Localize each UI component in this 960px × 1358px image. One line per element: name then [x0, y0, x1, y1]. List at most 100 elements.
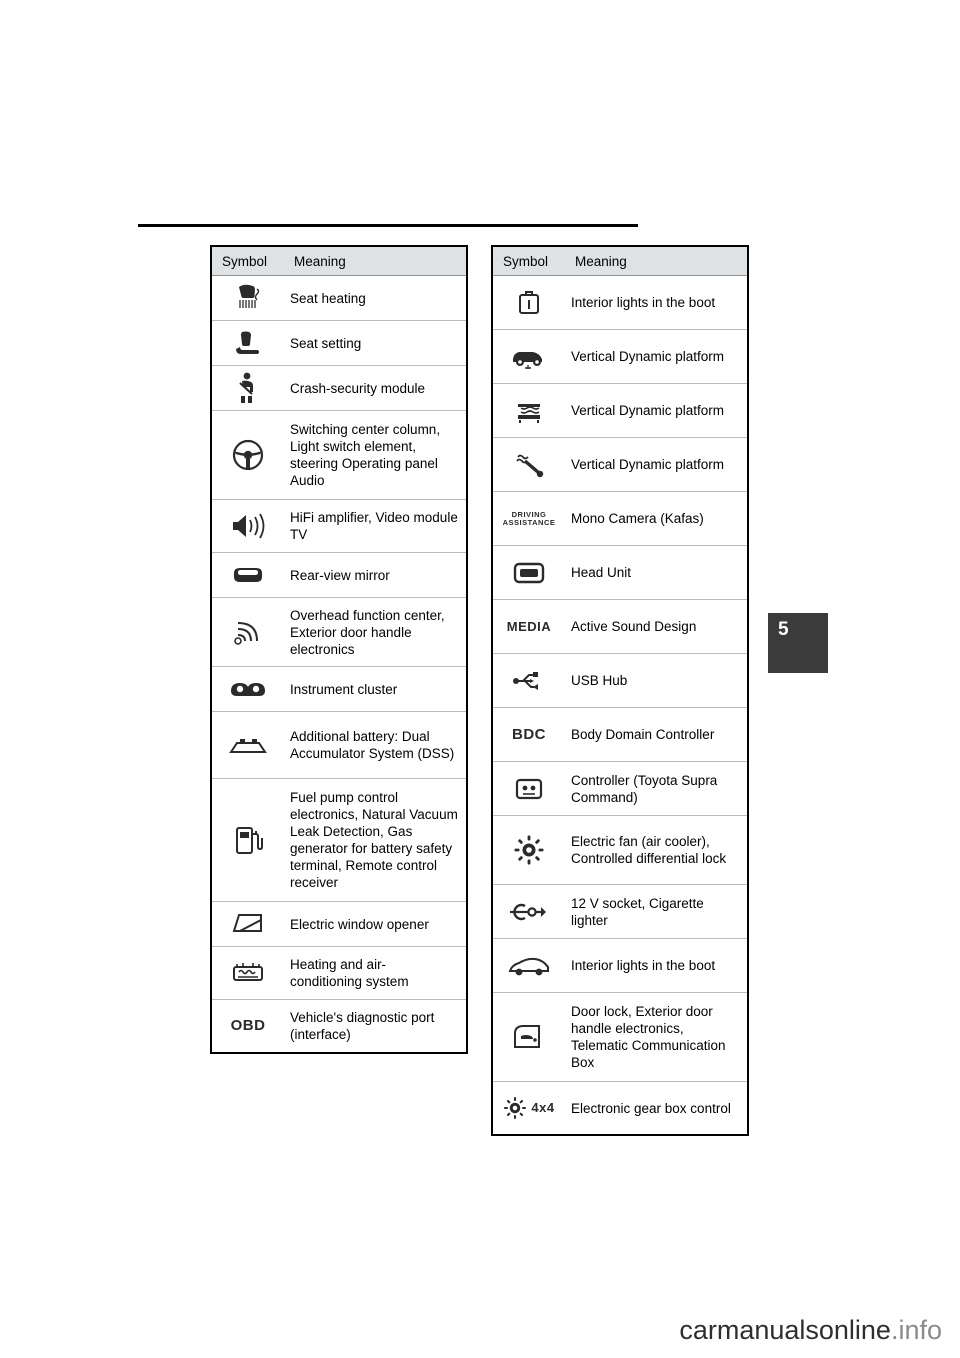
row-meaning: Interior lights in the boot: [571, 295, 716, 310]
row-meaning: Vehicle's diagnostic port (interface): [290, 1010, 435, 1042]
table-row: HiFi amplifier, Video module TV: [212, 500, 466, 553]
row-meaning: 12 V socket, Cigarette lighter: [571, 895, 704, 928]
column-header-meaning: Meaning: [294, 253, 346, 269]
header-rule: [138, 224, 638, 227]
table-row: Switching center column, Light switch el…: [212, 411, 466, 500]
table-row: Electric window opener: [212, 902, 466, 947]
table-row: DRIVING ASSISTANCE Mono Camera (Kafas): [493, 492, 747, 546]
table-row: Interior lights in the boot: [493, 939, 747, 993]
symbol-table-left: Symbol Meaning Seat heating Seat setting: [210, 245, 468, 1054]
head-unit-icon: [493, 546, 565, 599]
table-row: Vertical Dynamic platform: [493, 384, 747, 438]
table-row: 12 V socket, Cigarette lighter: [493, 885, 747, 939]
electric-window-opener-icon: [212, 902, 284, 946]
row-meaning: Heating and air-conditioning system: [290, 957, 409, 989]
row-meaning: Active Sound Design: [571, 619, 697, 634]
row-meaning: USB Hub: [571, 673, 628, 688]
row-meaning: Mono Camera (Kafas): [571, 511, 704, 526]
heating-air-conditioning-icon: [212, 947, 284, 999]
table-row: Interior lights in the boot: [493, 276, 747, 330]
crash-security-module-icon: [212, 366, 284, 410]
row-meaning: Interior lights in the boot: [571, 958, 716, 973]
row-meaning: Vertical Dynamic platform: [571, 457, 725, 472]
table-row: Overhead function center, Exterior door …: [212, 598, 466, 667]
table-row: Door lock, Exterior door handle electron…: [493, 993, 747, 1082]
table-row: Crash-security module: [212, 366, 466, 411]
table-header-row: Symbol Meaning: [493, 247, 747, 276]
row-meaning: Controller (Toyota Supra Command): [571, 772, 718, 805]
table-row: Electric fan (air cooler), Controlled di…: [493, 816, 747, 885]
gear-box-4x4-icon: 4x4: [493, 1082, 565, 1134]
column-header-symbol: Symbol: [503, 253, 549, 269]
row-meaning: Rear-view mirror: [290, 567, 390, 583]
table-row: Seat setting: [212, 321, 466, 366]
row-meaning: Electric fan (air cooler), Controlled di…: [571, 834, 727, 866]
table-row: Additional battery: Dual Accumulator Sys…: [212, 712, 466, 779]
bdc-icon-label: BDC: [512, 725, 546, 743]
controller-icon: [493, 762, 565, 815]
table-row: Fuel pump control electronics, Natural V…: [212, 779, 466, 902]
antenna-signal-icon: [212, 598, 284, 666]
row-meaning: Body Domain Controller: [571, 727, 715, 742]
row-meaning: Switching center column, Light switch el…: [290, 422, 441, 488]
watermark-main: carmanualsonline: [679, 1315, 891, 1345]
fuel-pump-icon: [212, 779, 284, 901]
row-meaning: Crash-security module: [290, 380, 426, 396]
column-header-symbol: Symbol: [222, 253, 268, 269]
seat-setting-icon: [212, 321, 284, 365]
vertical-dynamic-platform-car-icon: [493, 330, 565, 383]
steering-wheel-icon: [212, 411, 284, 499]
row-meaning: Electronic gear box control: [571, 1100, 731, 1116]
row-meaning: Seat heating: [290, 290, 366, 306]
additional-battery-icon: [212, 712, 284, 778]
electric-fan-icon: [493, 816, 565, 884]
instrument-cluster-icon: [212, 667, 284, 711]
row-meaning: Vertical Dynamic platform: [571, 349, 725, 364]
table-row: USB Hub: [493, 654, 747, 708]
usb-hub-icon: [493, 654, 565, 707]
row-meaning: Vertical Dynamic platform: [571, 403, 725, 418]
vertical-dynamic-platform-suspension-icon: [493, 384, 565, 437]
table-row: Vertical Dynamic platform: [493, 438, 747, 492]
driving-assistance-icon: DRIVING ASSISTANCE: [493, 492, 565, 545]
gear-box-4x4-label: 4x4: [531, 1100, 555, 1116]
table-row: Head Unit: [493, 546, 747, 600]
row-meaning: Head Unit: [571, 565, 632, 580]
table-row: Instrument cluster: [212, 667, 466, 712]
driving-assistance-icon-label: DRIVING ASSISTANCE: [502, 509, 556, 527]
interior-lights-boot-car-icon: [493, 939, 565, 992]
rear-view-mirror-icon: [212, 553, 284, 597]
media-icon-label: MEDIA: [506, 618, 552, 634]
page-number: 5: [778, 619, 789, 640]
obd-icon: OBD: [212, 1000, 284, 1052]
watermark: carmanualsonline.info: [679, 1315, 942, 1346]
row-meaning: Electric window opener: [290, 916, 429, 932]
speaker-icon: [212, 500, 284, 552]
row-meaning: Additional battery: Dual Accumulator Sys…: [290, 729, 455, 761]
socket-lighter-icon: [493, 885, 565, 938]
watermark-suffix: .info: [890, 1315, 942, 1345]
door-lock-icon: [493, 993, 565, 1081]
row-meaning: Instrument cluster: [290, 681, 398, 697]
column-header-meaning: Meaning: [575, 253, 627, 269]
table-row: BDC Body Domain Controller: [493, 708, 747, 762]
table-row: MEDIA Active Sound Design: [493, 600, 747, 654]
bdc-icon: BDC: [493, 708, 565, 761]
table-header-row: Symbol Meaning: [212, 247, 466, 276]
row-meaning: HiFi amplifier, Video module TV: [290, 510, 458, 542]
row-meaning: Overhead function center, Exterior door …: [290, 607, 445, 657]
table-row: Vertical Dynamic platform: [493, 330, 747, 384]
table-row: Heating and air-conditioning system: [212, 947, 466, 1000]
table-row: Controller (Toyota Supra Command): [493, 762, 747, 816]
table-row: Seat heating: [212, 276, 466, 321]
row-meaning: Seat setting: [290, 335, 362, 351]
boot-light-icon: [493, 276, 565, 329]
media-icon: MEDIA: [493, 600, 565, 653]
row-meaning: Fuel pump control electronics, Natural V…: [290, 790, 458, 890]
table-row: Rear-view mirror: [212, 553, 466, 598]
symbol-table-right: Symbol Meaning Interior lights in the bo…: [491, 245, 749, 1136]
page-number-tab: 5: [768, 613, 828, 673]
row-meaning: Door lock, Exterior door handle electron…: [571, 1004, 726, 1070]
seat-heating-icon: [212, 276, 284, 320]
table-row: 4x4 Electronic gear box control: [493, 1082, 747, 1134]
